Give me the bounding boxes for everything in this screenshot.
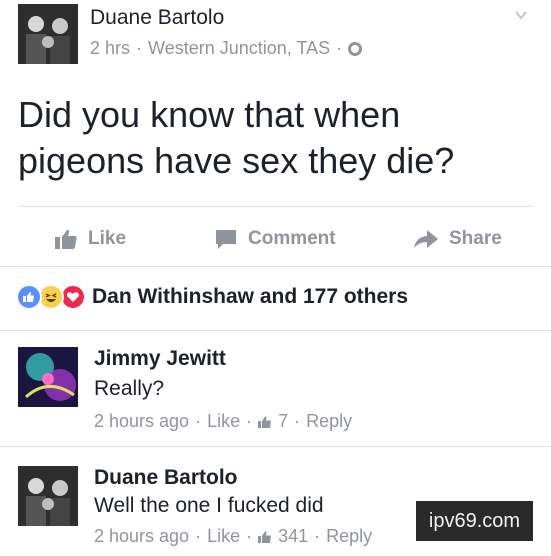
chevron-down-icon[interactable] <box>514 8 528 22</box>
meta-separator: · <box>246 411 253 431</box>
comment-avatar[interactable] <box>18 466 78 526</box>
globe-icon <box>348 41 363 56</box>
comment-text: Really? <box>94 377 165 400</box>
meta-separator: · <box>314 526 321 546</box>
post-author-avatar[interactable] <box>18 4 78 64</box>
post-author-name[interactable]: Duane Bartolo <box>90 6 224 30</box>
like-reaction-icon <box>16 284 42 310</box>
thumbs-up-icon <box>55 229 77 249</box>
comment-button[interactable]: Comment <box>214 226 336 252</box>
share-label: Share <box>449 228 502 249</box>
comment-avatar[interactable] <box>18 347 78 407</box>
avatar-photo <box>18 466 78 526</box>
like-label: Like <box>88 228 127 249</box>
meta-separator: · <box>294 411 301 431</box>
post-text-line: Did you know that when <box>18 94 401 135</box>
comment-reply-link[interactable]: Reply <box>326 526 372 547</box>
thumbs-up-icon <box>258 530 272 543</box>
post-text-line: pigeons have sex they die? <box>18 140 455 181</box>
avatar-photo <box>18 347 78 407</box>
like-button[interactable]: Like <box>54 226 126 252</box>
comment-like-link[interactable]: Like <box>207 526 240 547</box>
comment-reply-link[interactable]: Reply <box>306 411 352 432</box>
comment-time[interactable]: 2 hours ago <box>94 411 189 432</box>
thumbs-up-icon <box>258 415 272 428</box>
post-text: Did you know that when pigeons have sex … <box>18 92 538 184</box>
comment-like-count[interactable]: 341 <box>278 526 308 547</box>
share-arrow-icon <box>414 230 438 248</box>
post-location[interactable]: Western Junction, TAS <box>148 38 330 59</box>
meta-separator: · <box>136 38 143 58</box>
comment-author[interactable]: Jimmy Jewitt <box>94 347 352 371</box>
comment-label: Comment <box>248 228 336 249</box>
meta-separator: · <box>195 526 202 546</box>
meta-separator: · <box>336 38 343 58</box>
comment-meta: 2 hours ago · Like · 341 · Reply <box>94 526 372 547</box>
post-meta: 2 hrs · Western Junction, TAS · <box>90 38 363 59</box>
comment-meta: 2 hours ago · Like · 7 · Reply <box>94 411 352 432</box>
divider <box>0 330 551 331</box>
post-time[interactable]: 2 hrs <box>90 38 130 59</box>
comment-like-link[interactable]: Like <box>207 411 240 432</box>
share-button[interactable]: Share <box>413 226 502 252</box>
reactions-summary[interactable]: Dan Withinshaw and 177 others <box>16 284 408 310</box>
watermark: ipv69.com <box>416 501 533 541</box>
divider <box>0 446 551 447</box>
comment-text: Well the one I fucked did <box>94 494 324 517</box>
meta-separator: · <box>246 526 253 546</box>
comment-item: Duane Bartolo Well the one I fucked did … <box>94 466 372 547</box>
comment-item: Jimmy Jewitt Really? 2 hours ago · Like … <box>94 347 352 432</box>
divider <box>0 266 551 267</box>
avatar-photo <box>18 4 78 64</box>
divider <box>18 206 534 207</box>
comment-like-count[interactable]: 7 <box>278 411 288 432</box>
comment-time[interactable]: 2 hours ago <box>94 526 189 547</box>
meta-separator: · <box>195 411 202 431</box>
reactions-label: Dan Withinshaw and 177 others <box>92 285 409 308</box>
comment-author[interactable]: Duane Bartolo <box>94 466 372 490</box>
comment-icon <box>216 230 236 249</box>
